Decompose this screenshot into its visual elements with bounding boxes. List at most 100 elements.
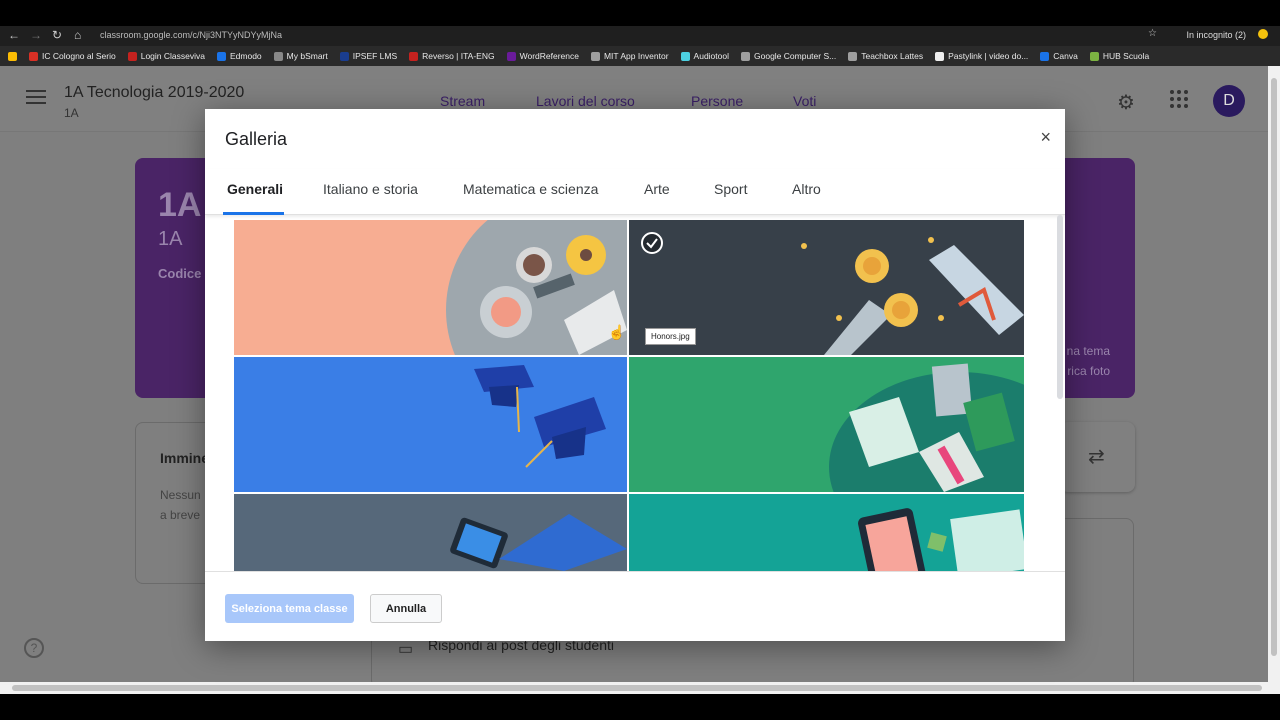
profile-icon[interactable]	[1258, 29, 1268, 39]
page-horizontal-scrollbar[interactable]	[0, 682, 1280, 694]
tab-matematica-e-scienza[interactable]: Matematica e scienza	[463, 181, 598, 197]
repeat-icon[interactable]: ⇄	[1088, 444, 1105, 469]
tab-sport[interactable]: Sport	[714, 181, 747, 197]
tab-generali[interactable]: Generali	[227, 181, 283, 197]
tab-stream[interactable]: Stream	[440, 93, 485, 109]
bookmarks-bar: IC Cologno al Serio Login Classeviva Edmod…	[0, 46, 1280, 66]
bookmark-label: Reverso | ITA-ENG	[422, 51, 495, 61]
tab-italiano-e-storia[interactable]: Italiano e storia	[323, 181, 418, 197]
bookmark-favicon-icon	[127, 51, 137, 61]
theme-tile-books[interactable]	[629, 357, 1024, 492]
gallery-grid: Honors.jpg ☝	[234, 220, 1024, 571]
close-icon[interactable]: ×	[1040, 127, 1051, 148]
forward-icon[interactable]: →	[30, 28, 42, 42]
gear-icon[interactable]: ⚙	[1117, 90, 1135, 115]
menu-icon[interactable]	[26, 90, 46, 104]
bookmark-item[interactable]: Edmodo	[216, 51, 262, 61]
page-vertical-scrollbar[interactable]	[1268, 66, 1280, 682]
gallery-scrollbar[interactable]	[1056, 215, 1064, 572]
tab-lavori-del-corso[interactable]: Lavori del corso	[536, 93, 635, 109]
bookmark-label: WordReference	[519, 51, 579, 61]
bookmark-favicon-icon	[1040, 51, 1050, 61]
help-icon[interactable]: ?	[24, 638, 44, 658]
bookmark-item[interactable]: WordReference	[506, 51, 579, 61]
browser-titlebar	[0, 0, 1280, 26]
bookmark-label: Edmodo	[229, 51, 262, 61]
bookmark-item[interactable]: Pastylink | video do...	[935, 51, 1028, 61]
bookmark-label: My bSmart	[286, 51, 328, 61]
bookmark-favicon-icon	[339, 51, 349, 61]
books-illustration	[829, 363, 1024, 492]
bookmark-item[interactable]: HUB Scuola	[1089, 51, 1150, 61]
select-theme-button[interactable]: Seleziona tema classe	[225, 594, 354, 623]
graduation-caps-illustration	[474, 365, 606, 468]
bookmark-label: Google Computer S...	[754, 51, 837, 61]
bookmark-favicon-icon	[935, 51, 945, 61]
coffee-table-illustration	[446, 220, 627, 355]
comment-icon: ▭	[398, 641, 414, 658]
bookmark-favicon-icon	[216, 51, 226, 61]
theme-tile-laptop[interactable]	[234, 494, 627, 571]
tile-tooltip: Honors.jpg	[645, 328, 696, 345]
dialog-title: Galleria	[225, 129, 288, 149]
bookmark-label: Pastylink | video do...	[948, 51, 1029, 61]
avatar[interactable]: D	[1213, 85, 1245, 117]
class-section: 1A	[64, 106, 79, 120]
bookmark-favicon-icon	[741, 51, 750, 61]
bookmark-label: IPSEF LMS	[352, 51, 398, 61]
bookmark-item[interactable]: My bSmart	[273, 51, 328, 61]
upload-photo-link[interactable]: rica foto	[1067, 364, 1110, 378]
bookmark-item[interactable]: IPSEF LMS	[339, 51, 398, 61]
tab-persone[interactable]: Persone	[691, 93, 743, 109]
bookmark-label: Audiotool	[693, 51, 729, 61]
bookmark-item[interactable]: Teachbox Lattes	[848, 51, 923, 61]
dialog-footer: Seleziona tema classe Annulla	[205, 571, 1065, 641]
browser-address-bar: ← → ↻ ⌂ classroom.google.com/c/Nji3NTYyN…	[0, 26, 1280, 46]
selected-check-icon	[641, 232, 663, 254]
back-icon[interactable]: ←	[8, 28, 20, 42]
apps-grid-icon[interactable]	[1170, 90, 1188, 108]
bookmark-favicon-icon	[1089, 51, 1099, 61]
bookmark-item[interactable]: Reverso | ITA-ENG	[409, 51, 495, 61]
bookmark-item[interactable]: Login Classeviva	[127, 51, 205, 61]
mouse-cursor-icon: ☝	[608, 324, 626, 340]
bookmark-item[interactable]: Google Computer S...	[741, 51, 836, 61]
select-theme-link[interactable]: na tema	[1067, 344, 1110, 358]
drive-icon[interactable]	[8, 51, 17, 61]
class-title[interactable]: 1A Tecnologia 2019-2020	[64, 84, 244, 102]
bookmark-label: Teachbox Lattes	[861, 51, 924, 61]
bookmark-label: HUB Scuola	[1102, 51, 1150, 61]
bookmark-item[interactable]: Canva	[1040, 51, 1078, 61]
banner-title: 1A	[158, 186, 202, 224]
bookmark-item[interactable]: MIT App Inventor	[590, 51, 669, 61]
incognito-indicator[interactable]: In incognito (2)	[1186, 30, 1246, 40]
gallery-tabs: Generali Italiano e storia Matematica e …	[205, 169, 1065, 215]
theme-tile-tablet[interactable]	[629, 494, 1024, 571]
tab-altro[interactable]: Altro	[792, 181, 821, 197]
bookmark-label: Login Classeviva	[140, 51, 205, 61]
bookmark-label: MIT App Inventor	[603, 51, 669, 61]
reuse-post-card[interactable]: ⇄	[1060, 422, 1135, 492]
tab-arte[interactable]: Arte	[644, 181, 670, 197]
theme-tile-coffee[interactable]	[234, 220, 627, 355]
star-icon[interactable]: ☆	[1148, 28, 1157, 39]
reload-icon[interactable]: ↻	[52, 28, 62, 42]
theme-tile-graduation[interactable]	[234, 357, 627, 492]
banner-code-label: Codice	[158, 266, 202, 281]
bookmark-favicon-icon	[29, 51, 38, 61]
url-field[interactable]: classroom.google.com/c/Nji3NTYyNDYyMjNa	[100, 30, 282, 40]
cancel-button[interactable]: Annulla	[370, 594, 442, 623]
banner-subtitle: 1A	[158, 228, 183, 250]
tab-voti[interactable]: Voti	[793, 93, 816, 109]
bookmark-item[interactable]: IC Cologno al Serio	[29, 51, 116, 61]
bookmark-favicon-icon	[409, 51, 419, 61]
theme-tile-honors[interactable]: Honors.jpg	[629, 220, 1024, 355]
upcoming-text-2: a breve	[160, 508, 201, 522]
bookmark-favicon-icon	[848, 51, 858, 61]
bookmark-favicon-icon	[680, 51, 690, 61]
bookmark-favicon-icon	[506, 51, 516, 61]
home-icon[interactable]: ⌂	[74, 28, 81, 42]
bookmark-label: IC Cologno al Serio	[42, 51, 116, 61]
bookmark-item[interactable]: Audiotool	[680, 51, 729, 61]
bookmark-favicon-icon	[590, 51, 600, 61]
